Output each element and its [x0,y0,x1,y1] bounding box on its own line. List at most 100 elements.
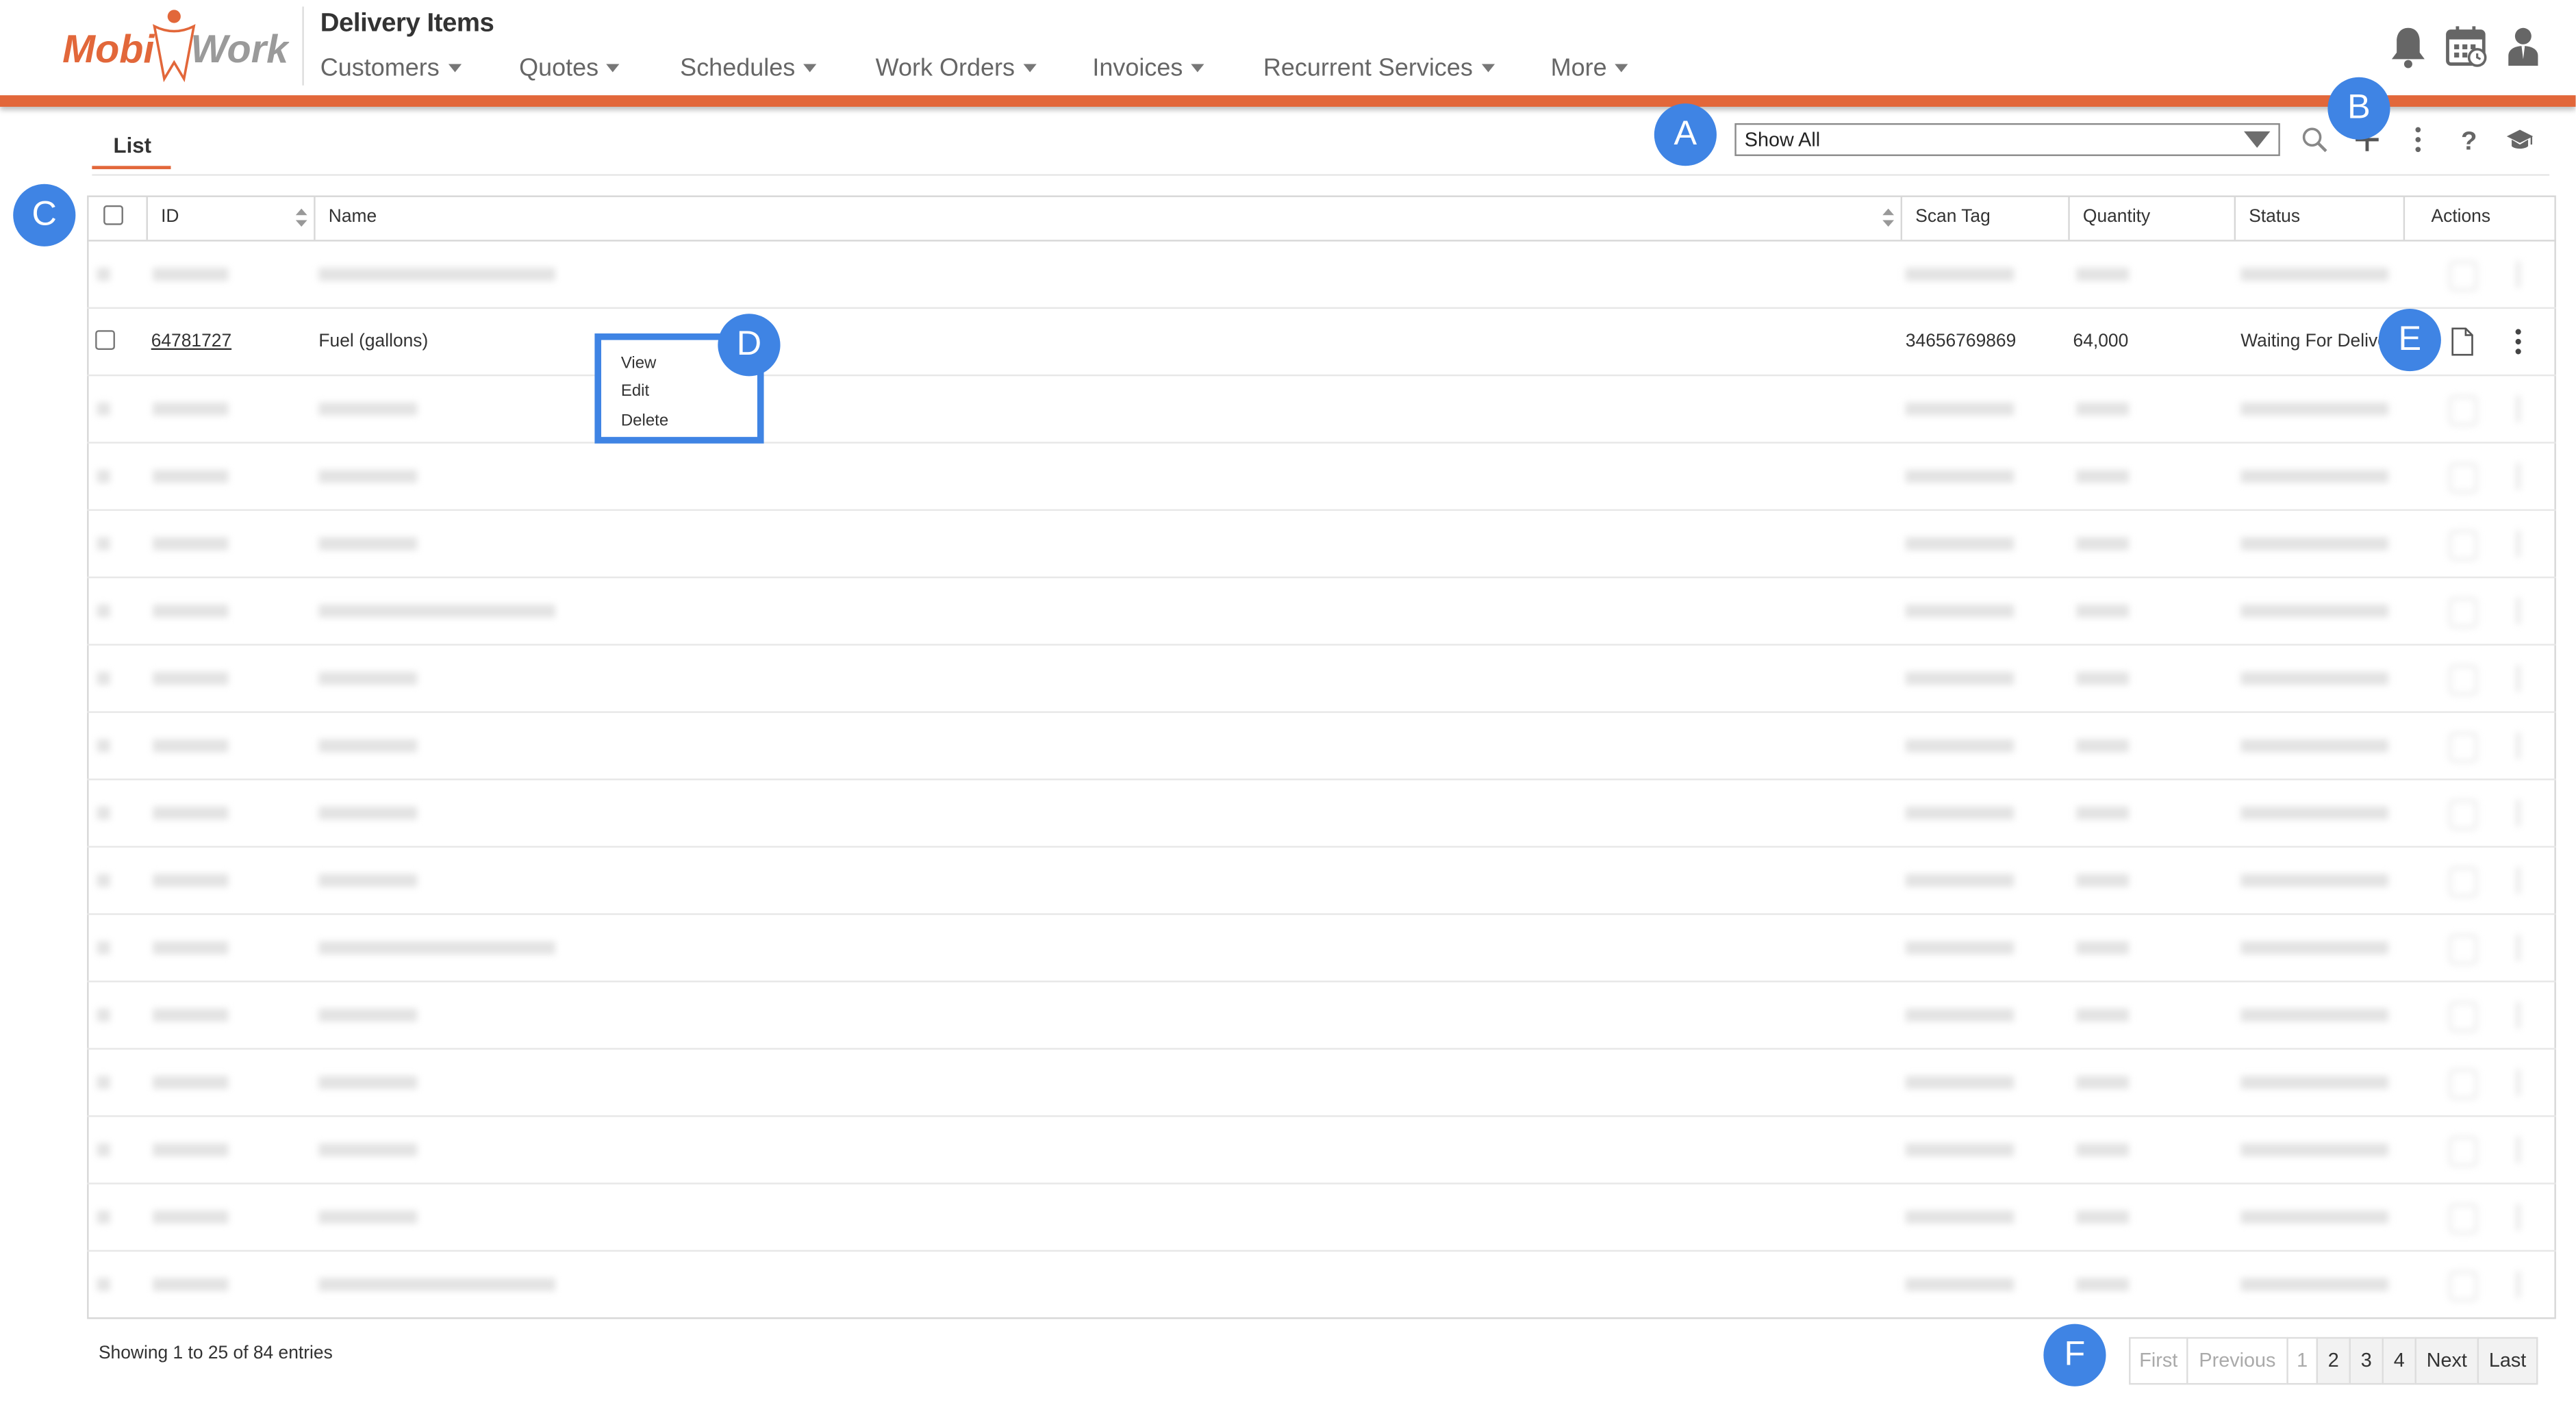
pager-next[interactable]: Next [2414,1337,2479,1385]
row-divider [87,374,2556,377]
column-header-id[interactable]: ID [161,195,179,240]
row-divider [87,980,2556,983]
nav-customers[interactable]: Customers [320,54,461,82]
obscured-cell [318,604,555,618]
triangle-down-icon [2244,131,2271,148]
obscured-cell [2240,1076,2389,1089]
help-icon[interactable]: ? [2454,125,2484,154]
tab-active-indicator [92,166,171,170]
obscured-cell [2240,1008,2389,1022]
obscured-cell [2076,1076,2130,1089]
filter-select-value: Show All [1744,128,1821,151]
obscured-cell [2240,402,2389,416]
sort-icon[interactable] [295,208,307,227]
obscured-cell [318,1278,555,1291]
obscured-cell [2076,537,2130,550]
kebab-icon[interactable] [2403,125,2433,154]
obscured-action [2449,463,2477,493]
obscured-cell [318,806,418,820]
column-header-scan-tag[interactable]: Scan Tag [1915,195,1991,240]
bell-icon[interactable] [2385,23,2431,69]
callout-f: F [2043,1324,2106,1387]
obscured-cell [1905,402,2015,416]
pager-previous[interactable]: Previous [2186,1337,2288,1385]
menu-item-view[interactable]: View [621,355,657,372]
column-header-name[interactable]: Name [329,195,377,240]
header-divider [87,240,2556,242]
obscured-cell [97,402,110,416]
obscured-cell [153,470,229,483]
search-icon[interactable] [2300,125,2329,154]
obscured-action [2516,1002,2521,1028]
obscured-cell [2240,604,2389,618]
callout-c: C [13,183,76,246]
row-checkbox[interactable] [95,330,115,350]
obscured-cell [318,1143,418,1156]
nav-label: More [1550,54,1607,82]
obscured-cell [97,941,110,954]
graduation-cap-icon[interactable] [2505,125,2534,154]
pager-first[interactable]: First [2129,1337,2188,1385]
nav-quotes[interactable]: Quotes [519,54,620,82]
obscured-cell [318,1211,418,1224]
select-all-checkbox[interactable] [103,205,123,225]
column-header-quantity[interactable]: Quantity [2083,195,2150,240]
obscured-cell [2240,672,2389,685]
nav-recurrent-services[interactable]: Recurrent Services [1263,54,1495,82]
entries-info: Showing 1 to 25 of 84 entries [98,1343,333,1364]
obscured-cell [1905,941,2015,954]
obscured-cell [2076,941,2130,954]
pager-page-1[interactable]: 1 [2286,1337,2318,1385]
document-icon[interactable] [2449,327,2474,356]
nav-schedules[interactable]: Schedules [680,54,817,82]
nav-invoices[interactable]: Invoices [1092,54,1204,82]
user-icon[interactable] [2500,23,2546,69]
caret-down-icon [1022,64,1037,73]
logo-text-right: Work [190,27,289,71]
item-scan-tag: 34656769869 [1905,331,2017,352]
mobiwork-logo[interactable]: Mobi Work [59,7,289,86]
nav-more[interactable]: More [1551,54,1628,82]
header-accent-bar [0,95,2576,107]
pager-page-2[interactable]: 2 [2316,1337,2351,1385]
calendar-icon[interactable] [2442,23,2488,69]
obscured-action [2449,732,2477,763]
obscured-cell [97,1278,110,1291]
tab-list[interactable]: List [114,133,151,157]
menu-item-delete[interactable]: Delete [621,412,668,430]
sort-icon[interactable] [1882,208,1895,227]
obscured-cell [1905,1278,2015,1291]
obscured-action [2449,1271,2477,1302]
obscured-cell [2240,268,2389,281]
column-header-status[interactable]: Status [2249,195,2300,240]
menu-item-edit[interactable]: Edit [621,383,649,401]
obscured-cell [97,470,110,483]
obscured-action [2516,463,2521,490]
obscured-cell [318,1008,418,1022]
item-id-link[interactable]: 64781727 [151,332,231,352]
obscured-action [2449,1204,2477,1234]
pager-page-3[interactable]: 3 [2349,1337,2384,1385]
obscured-cell [153,1076,229,1089]
nav-work-orders[interactable]: Work Orders [876,54,1037,82]
app-header: Mobi Work Delivery Items Customers Quote… [0,0,2576,96]
row-kebab-icon[interactable] [2505,325,2531,358]
obscured-cell [97,537,110,550]
pager-last[interactable]: Last [2477,1337,2538,1385]
obscured-action [2516,935,2521,961]
row-divider [87,1115,2556,1117]
svg-text:?: ? [2461,126,2477,154]
obscured-cell [2076,470,2130,483]
obscured-cell [153,1278,229,1291]
obscured-cell [153,1211,229,1224]
nav-label: Schedules [680,54,796,82]
obscured-cell [97,1076,110,1089]
obscured-cell [2240,1211,2389,1224]
pager-page-4[interactable]: 4 [2382,1337,2416,1385]
obscured-action [2516,732,2521,759]
filter-select[interactable]: Show All [1734,123,2280,156]
obscured-cell [2076,402,2130,416]
obscured-action [2516,1271,2521,1298]
obscured-cell [1905,874,2015,887]
obscured-cell [1905,1076,2015,1089]
